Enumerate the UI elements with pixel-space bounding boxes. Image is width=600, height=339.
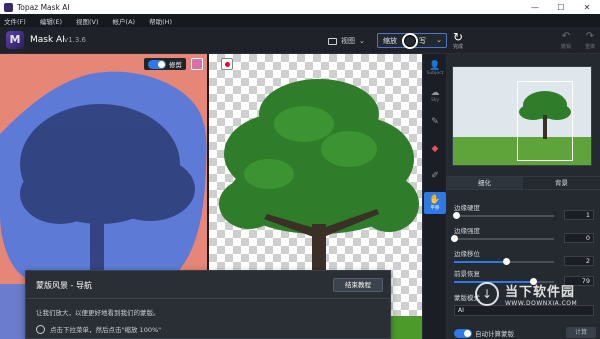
picker-icon: ✐ bbox=[431, 171, 439, 181]
done-button[interactable]: ↻ 完成 bbox=[448, 31, 468, 50]
menu-bar: 文件(F) 编辑(E) 视图(V) 帐户(A) 帮助(H) bbox=[0, 14, 600, 27]
cut-toggle[interactable]: 修剪 bbox=[144, 58, 186, 70]
subject-tool-label: Subject bbox=[426, 70, 444, 76]
zoom-value: 缩放 bbox=[383, 36, 397, 45]
cursor-highlight-icon bbox=[402, 33, 418, 49]
app-version: v1.3.6 bbox=[64, 36, 86, 44]
window-titlebar: Topaz Mask AI — ☐ ✕ bbox=[0, 0, 600, 14]
tab-background[interactable]: 背景 bbox=[523, 177, 600, 189]
menu-view[interactable]: 视图(V) bbox=[76, 16, 99, 26]
tutorial-description: 让我们放大，以便更好地看到我们的蒙版。 bbox=[36, 309, 160, 317]
hand-icon: ✋ bbox=[429, 195, 441, 205]
edge-shift-slider[interactable]: 边缘移位 2 bbox=[454, 248, 594, 270]
redo-button[interactable]: ↷ 重做 bbox=[580, 31, 600, 50]
slider-track[interactable] bbox=[453, 212, 554, 219]
maximize-button[interactable]: ☐ bbox=[548, 3, 574, 12]
end-tutorial-button[interactable]: 结束教程 bbox=[333, 278, 383, 292]
view-icon bbox=[328, 37, 337, 45]
app-icon bbox=[4, 2, 13, 12]
menu-help[interactable]: 帮助(H) bbox=[149, 16, 172, 26]
slider-value[interactable]: 0 bbox=[564, 233, 594, 243]
watermark-url: WWW.DOWNXIA.COM bbox=[505, 300, 578, 307]
menu-account[interactable]: 帐户(A) bbox=[113, 16, 136, 26]
menu-file[interactable]: 文件(F) bbox=[4, 16, 26, 26]
view-dropdown[interactable]: 视图 ⌄ bbox=[328, 35, 365, 47]
zoom-suffix: 写 bbox=[419, 36, 426, 45]
app-name: Mask AI bbox=[30, 35, 65, 45]
subject-icon: 👤 bbox=[429, 60, 441, 71]
zoom-dropdown[interactable]: 缩放 写 ⌄ bbox=[377, 33, 447, 49]
slider-knob[interactable] bbox=[451, 235, 458, 242]
toggle-switch[interactable] bbox=[148, 59, 166, 69]
slider-track[interactable] bbox=[451, 235, 554, 242]
brush-icon: ✎ bbox=[431, 117, 439, 127]
slider-value[interactable]: 1 bbox=[564, 210, 594, 220]
tutorial-step: 点击下拉菜单，然后点击"缩放 100%" bbox=[36, 324, 161, 334]
slider-label: 边缘强度 bbox=[454, 227, 480, 235]
sky-tool[interactable]: ☁ Sky bbox=[424, 84, 446, 106]
eraser-tool[interactable]: ◆ bbox=[424, 138, 446, 160]
done-label: 完成 bbox=[452, 44, 463, 50]
window-title: Topaz Mask AI bbox=[17, 2, 70, 12]
view-label: 视图 bbox=[341, 37, 355, 45]
edge-strength-slider[interactable]: 边缘强度 0 bbox=[451, 225, 594, 247]
slider-fill bbox=[454, 261, 506, 263]
chevron-down-icon: ⌄ bbox=[359, 37, 365, 45]
download-logo-icon: ↓ bbox=[475, 282, 499, 306]
edge-hardness-slider[interactable]: 边缘硬度 1 bbox=[453, 202, 594, 224]
toolbar: M Mask AI v1.3.6 视图 ⌄ 缩放 写 ⌄ ↻ 完成 ↶ 撤销 ↷… bbox=[0, 27, 600, 54]
refresh-icon: ↻ bbox=[452, 30, 464, 44]
tutorial-dialog: 蒙版风景 - 导航 结束教程 让我们放大，以便更好地看到我们的蒙版。 点击下拉菜… bbox=[25, 270, 391, 339]
mask-ai-logo: M bbox=[6, 31, 24, 49]
compute-button[interactable]: 计算 bbox=[566, 327, 596, 338]
watermark-title: 当下软件园 bbox=[505, 285, 576, 300]
slider-label: 边缘移位 bbox=[454, 250, 480, 258]
viewport-indicator[interactable] bbox=[517, 81, 573, 161]
hand-tool[interactable]: ✋ 平移 bbox=[424, 192, 446, 214]
panel-tabs: 细化 背景 bbox=[446, 176, 600, 190]
undo-button[interactable]: ↶ 撤销 bbox=[556, 31, 576, 50]
picker-tool[interactable]: ✐ bbox=[424, 165, 446, 187]
slider-value[interactable]: 2 bbox=[564, 256, 594, 266]
tutorial-step-text: 点击下拉菜单，然后点击"缩放 100%" bbox=[50, 326, 162, 334]
chevron-down-icon: ⌄ bbox=[436, 36, 442, 44]
step-circle-icon bbox=[36, 324, 45, 334]
tab-refine[interactable]: 细化 bbox=[446, 177, 523, 189]
minimize-button[interactable]: — bbox=[522, 3, 548, 12]
subject-tool[interactable]: 👤 Subject bbox=[424, 57, 446, 79]
navigator-preview[interactable] bbox=[452, 66, 592, 166]
hand-tool-label: 平移 bbox=[430, 206, 440, 211]
sky-tool-label: Sky bbox=[431, 97, 439, 103]
undo-label: 撤销 bbox=[560, 44, 571, 50]
tutorial-title: 蒙版风景 - 导航 bbox=[36, 281, 92, 290]
background-color-swatch[interactable] bbox=[221, 58, 233, 70]
cut-label: 修剪 bbox=[169, 61, 182, 69]
auto-compute-row: 自动计算蒙版 bbox=[454, 328, 514, 338]
eraser-icon: ◆ bbox=[431, 144, 439, 154]
slider-knob[interactable] bbox=[503, 258, 510, 265]
menu-edit[interactable]: 编辑(E) bbox=[40, 16, 62, 26]
dialog-divider bbox=[26, 298, 390, 299]
auto-compute-label: 自动计算蒙版 bbox=[475, 330, 514, 338]
redo-icon: ↷ bbox=[585, 31, 595, 42]
brush-tool[interactable]: ✎ bbox=[424, 111, 446, 133]
watermark: ↓ 当下软件园 WWW.DOWNXIA.COM bbox=[475, 281, 577, 307]
slider-knob[interactable] bbox=[453, 212, 460, 219]
slider-track[interactable] bbox=[454, 258, 554, 265]
close-button[interactable]: ✕ bbox=[574, 3, 600, 12]
redo-label: 重做 bbox=[584, 44, 595, 50]
sky-icon: ☁ bbox=[430, 87, 440, 98]
slider-label: 前景恢复 bbox=[454, 270, 480, 278]
image-canvas[interactable]: 修剪 蒙版风景 - 导航 结束教程 让我们放大，以便更好地看到我们的蒙版。 点击… bbox=[0, 54, 422, 339]
undo-icon: ↶ bbox=[561, 31, 571, 42]
auto-compute-toggle[interactable] bbox=[454, 328, 472, 338]
mask-color-swatch[interactable] bbox=[191, 58, 203, 70]
tool-column: 👤 Subject ☁ Sky ✎ ◆ ✐ ✋ 平移 bbox=[422, 54, 446, 339]
slider-label: 边缘硬度 bbox=[454, 204, 480, 212]
